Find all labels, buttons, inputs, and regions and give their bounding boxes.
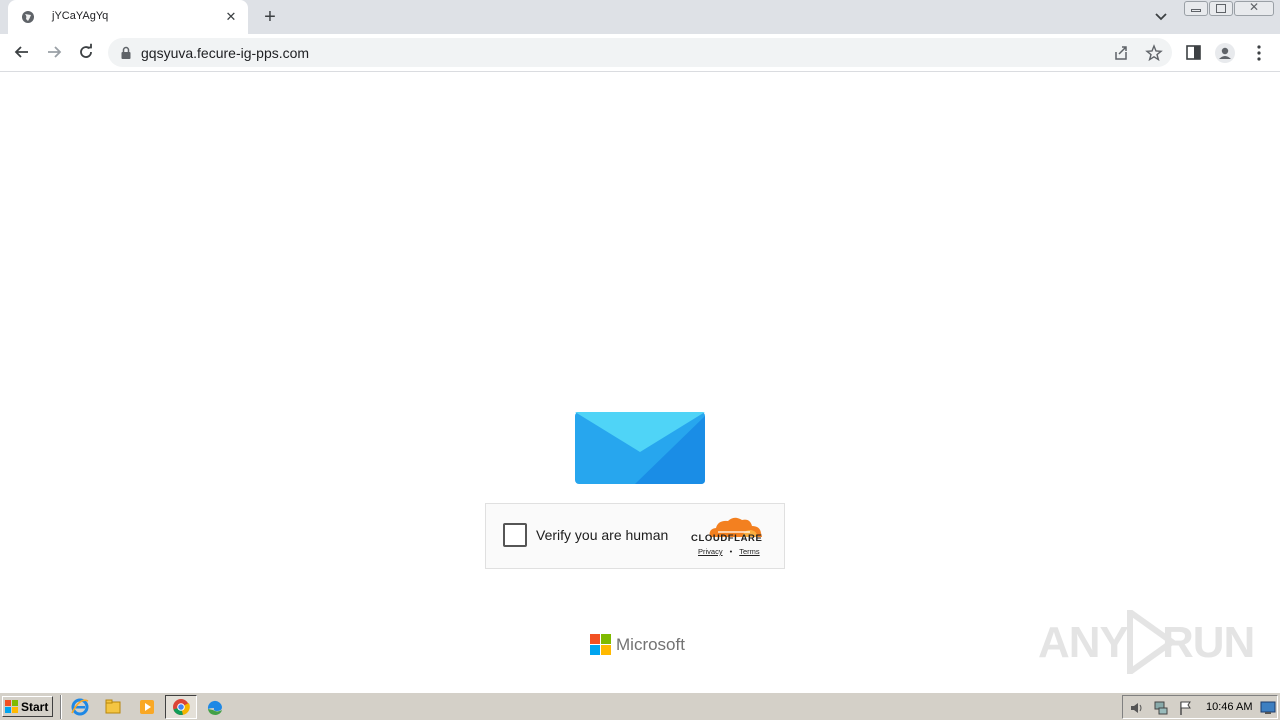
tab-strip: jYCaYAgYq ✕ + ✕ bbox=[0, 0, 1280, 34]
cloudflare-links: Privacy • Terms bbox=[698, 547, 760, 556]
system-tray: 10:46 AM bbox=[1122, 695, 1278, 719]
new-tab-icon[interactable]: + bbox=[258, 5, 282, 29]
chrome-icon bbox=[173, 699, 190, 716]
arrow-left-icon bbox=[14, 46, 28, 58]
volume-icon[interactable] bbox=[1129, 700, 1145, 716]
microsoft-grid-icon bbox=[590, 634, 611, 655]
side-panel-icon[interactable] bbox=[1184, 43, 1204, 63]
file-explorer-icon[interactable] bbox=[103, 697, 123, 717]
action-center-flag-icon[interactable] bbox=[1178, 700, 1194, 716]
cloudflare-captcha-widget: Verify you are human CLOUDFLARE Privacy •… bbox=[485, 503, 785, 569]
start-button[interactable]: Start bbox=[2, 696, 53, 717]
tab-close-icon[interactable]: ✕ bbox=[222, 8, 240, 26]
reload-button[interactable] bbox=[72, 38, 100, 66]
lock-icon[interactable] bbox=[120, 46, 132, 59]
share-icon[interactable] bbox=[1112, 44, 1130, 62]
anyrun-watermark: ANY RUN bbox=[1038, 610, 1255, 674]
envelope-icon bbox=[575, 412, 705, 484]
close-window-button[interactable]: ✕ bbox=[1234, 0, 1274, 16]
restore-button[interactable] bbox=[1209, 1, 1233, 16]
verify-checkbox[interactable] bbox=[503, 523, 527, 547]
profile-avatar-icon[interactable] bbox=[1215, 43, 1235, 63]
browser-toolbar: gqsyuva.fecure-ig-pps.com bbox=[0, 34, 1280, 72]
forward-button[interactable] bbox=[40, 38, 68, 66]
privacy-link[interactable]: Privacy bbox=[698, 547, 723, 556]
reload-icon bbox=[80, 43, 92, 58]
tab-title: jYCaYAgYq bbox=[52, 10, 109, 22]
globe-icon bbox=[22, 11, 34, 23]
taskbar: Start 10:46 AM bbox=[0, 692, 1280, 720]
chevron-down-icon[interactable] bbox=[1150, 7, 1172, 27]
back-button[interactable] bbox=[8, 38, 36, 66]
verify-label: Verify you are human bbox=[536, 527, 669, 543]
bookmark-star-icon[interactable] bbox=[1145, 44, 1163, 62]
cloudflare-wordmark: CLOUDFLARE bbox=[691, 533, 763, 544]
terms-link[interactable]: Terms bbox=[739, 547, 759, 556]
kebab-menu-icon[interactable] bbox=[1249, 43, 1269, 63]
clock[interactable]: 10:46 AM bbox=[1206, 701, 1252, 713]
show-desktop-icon[interactable] bbox=[1260, 701, 1276, 715]
chrome-taskbar-button[interactable] bbox=[165, 695, 197, 719]
internet-explorer-icon[interactable] bbox=[70, 697, 90, 717]
minimize-button[interactable] bbox=[1184, 1, 1208, 16]
edge-icon[interactable] bbox=[205, 697, 225, 717]
arrow-right-icon bbox=[48, 46, 62, 58]
taskbar-separator bbox=[60, 695, 62, 719]
browser-tab[interactable]: jYCaYAgYq ✕ bbox=[8, 0, 248, 34]
microsoft-wordmark: Microsoft bbox=[616, 635, 685, 654]
url-text[interactable]: gqsyuva.fecure-ig-pps.com bbox=[141, 45, 309, 61]
page-content: Verify you are human CLOUDFLARE Privacy •… bbox=[0, 72, 1280, 692]
windows-logo-icon bbox=[5, 700, 18, 713]
media-player-icon[interactable] bbox=[137, 697, 157, 717]
network-icon[interactable] bbox=[1153, 700, 1169, 716]
address-bar[interactable]: gqsyuva.fecure-ig-pps.com bbox=[108, 38, 1172, 67]
